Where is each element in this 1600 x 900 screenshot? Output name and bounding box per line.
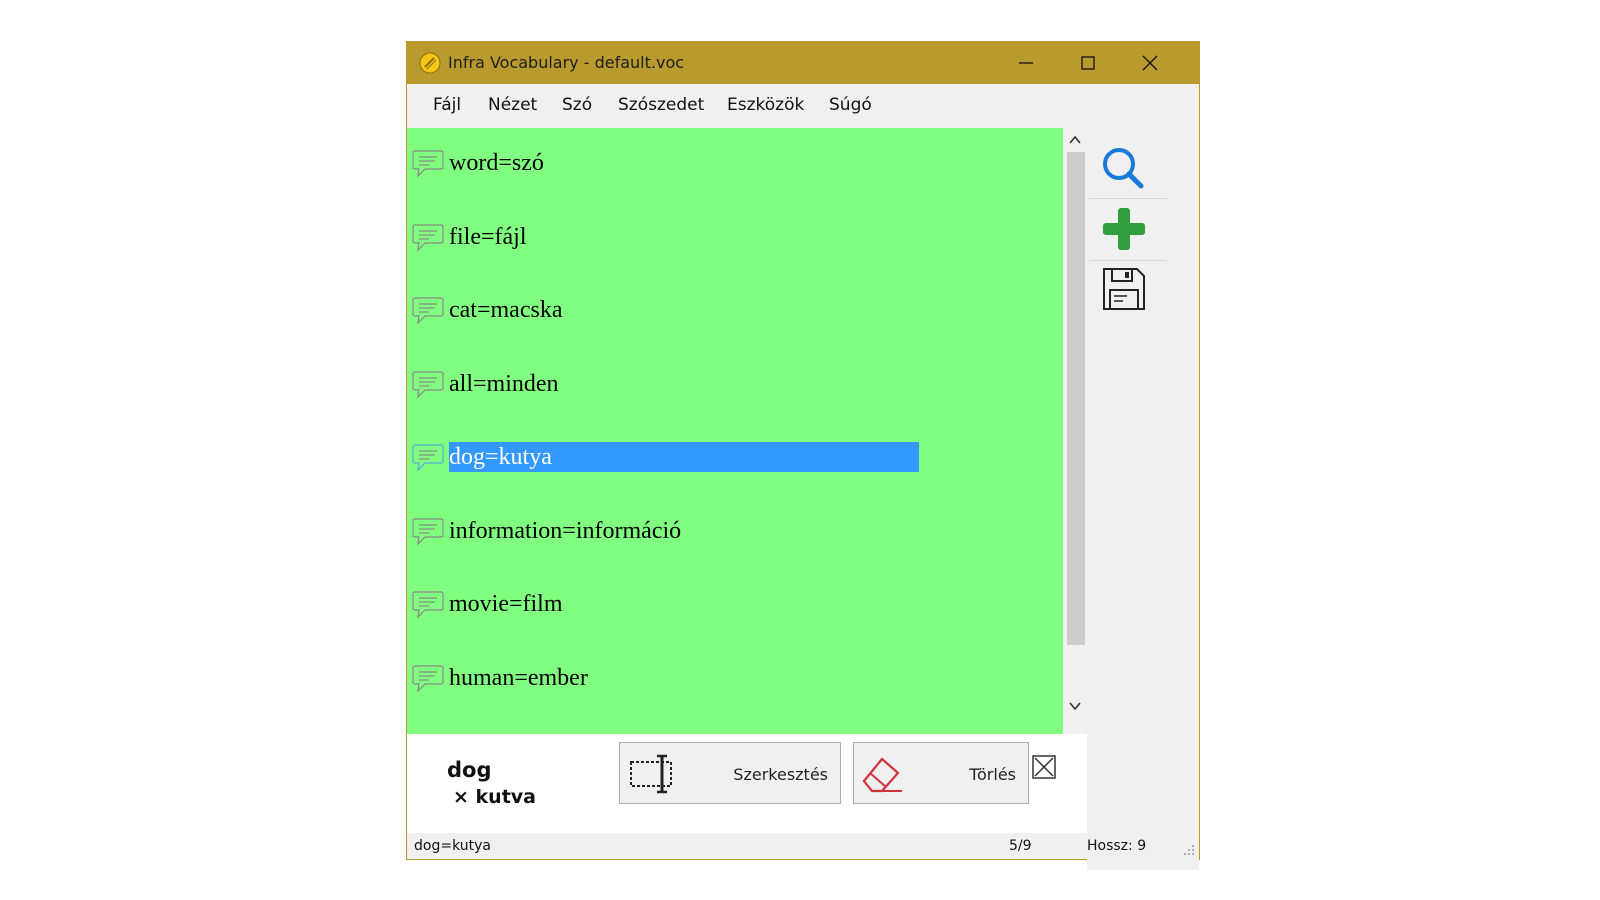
speech-bubble-icon — [412, 517, 444, 546]
menu-vocabulary[interactable]: Szószedet — [618, 95, 704, 115]
save-icon — [1103, 268, 1145, 310]
speech-bubble-icon — [412, 297, 444, 325]
tool-separator — [1089, 260, 1167, 261]
search-icon — [1103, 148, 1144, 189]
list-item-text: movie=film — [449, 591, 563, 617]
close-icon — [1142, 55, 1158, 71]
status-entry: dog=kutya — [414, 838, 491, 854]
add-word-button[interactable] — [1087, 200, 1165, 260]
edit-button-label: Szerkesztés — [733, 765, 828, 784]
list-item[interactable]: human=ember — [407, 659, 1063, 699]
minimize-button[interactable] — [995, 42, 1057, 84]
delete-button-label: Törlés — [969, 765, 1016, 784]
vocabulary-list[interactable]: word=szó file=fájl cat=macska all=minden dog… — [407, 128, 1063, 734]
close-detail-icon[interactable] — [1031, 754, 1057, 780]
speech-bubble-icon — [412, 223, 444, 252]
delete-button[interactable]: Törlés — [853, 742, 1029, 804]
detail-panel: dog × kutva Szerkesztés Törlés — [407, 734, 1087, 833]
speech-bubble-icon — [412, 444, 444, 472]
list-item[interactable]: file=fájl — [407, 218, 1063, 258]
menu-help[interactable]: Súgó — [829, 95, 872, 115]
status-position: 5/9 — [1009, 838, 1032, 854]
list-item[interactable]: dog=kutya — [407, 438, 1063, 478]
edit-button[interactable]: Szerkesztés — [619, 742, 841, 804]
menu-view[interactable]: Nézet — [488, 95, 537, 115]
window-title: Infra Vocabulary - default.voc — [448, 53, 685, 72]
eraser-icon — [862, 757, 902, 793]
list-item-text: file=fájl — [449, 223, 527, 250]
list-item[interactable]: cat=macska — [407, 291, 1063, 331]
list-item-text: information=információ — [449, 517, 682, 544]
detail-word: dog — [447, 758, 492, 782]
list-item-text: human=ember — [449, 664, 588, 691]
list-item-text: cat=macska — [449, 297, 563, 323]
list-item-text: word=szó — [449, 150, 544, 176]
status-bar: dog=kutya 5/9 Hossz: 9 — [407, 833, 1199, 859]
speech-bubble-icon — [412, 150, 444, 178]
scrollbar-thumb[interactable] — [1067, 152, 1085, 645]
detail-translation: × kutva — [453, 786, 536, 808]
list-item[interactable]: information=információ — [407, 512, 1063, 552]
resize-grip-icon[interactable] — [1181, 842, 1195, 856]
scroll-up-arrow-icon[interactable] — [1067, 132, 1083, 148]
maximize-icon — [1081, 56, 1095, 70]
list-scrollbar[interactable] — [1063, 128, 1087, 734]
menu-word[interactable]: Szó — [562, 95, 592, 115]
add-icon — [1103, 208, 1145, 250]
menu-tools[interactable]: Eszközök — [727, 95, 804, 115]
menu-file[interactable]: Fájl — [433, 95, 461, 115]
minimize-icon — [1019, 62, 1033, 64]
speech-bubble-icon — [412, 370, 444, 399]
speech-bubble-icon — [412, 591, 444, 619]
app-window: Infra Vocabulary - default.voc Fájl Néze… — [406, 41, 1200, 870]
title-bar[interactable]: Infra Vocabulary - default.voc — [407, 42, 1199, 84]
edit-text-icon — [630, 754, 672, 794]
list-item[interactable]: word=szó — [407, 144, 1063, 184]
menu-bar: Fájl Nézet Szó Szószedet Eszközök Súgó — [407, 84, 1199, 126]
tool-separator — [1089, 198, 1167, 199]
tool-panel — [1087, 128, 1199, 870]
list-item-text: all=minden — [449, 370, 559, 397]
save-button[interactable] — [1087, 262, 1165, 322]
list-item[interactable]: all=minden — [407, 365, 1063, 405]
app-logo-icon — [419, 52, 441, 74]
maximize-button[interactable] — [1057, 42, 1119, 84]
list-item[interactable]: movie=film — [407, 585, 1063, 625]
list-item-text: dog=kutya — [449, 442, 919, 472]
search-button[interactable] — [1087, 136, 1165, 196]
status-length: Hossz: 9 — [1087, 838, 1147, 854]
close-window-button[interactable] — [1119, 42, 1181, 84]
scroll-down-arrow-icon[interactable] — [1067, 698, 1083, 714]
speech-bubble-icon — [412, 664, 444, 693]
